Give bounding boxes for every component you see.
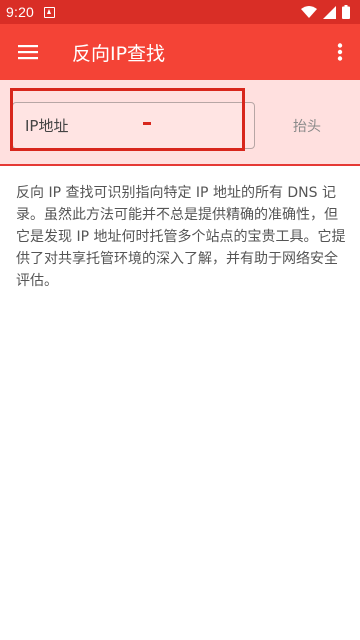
wifi-icon bbox=[301, 5, 317, 18]
page-title: 反向IP查找 bbox=[72, 42, 166, 65]
app-bar: 反向IP查找 bbox=[0, 24, 360, 80]
lookup-button[interactable]: 抬头 bbox=[262, 102, 352, 149]
menu-button[interactable] bbox=[0, 24, 56, 80]
description-text: 反向 IP 查找可识别指向特定 IP 地址的所有 DNS 记录。虽然此方法可能并… bbox=[16, 185, 346, 289]
notification-icon bbox=[44, 6, 56, 18]
battery-icon bbox=[342, 5, 350, 19]
more-vert-icon bbox=[337, 43, 343, 61]
more-options-button[interactable] bbox=[320, 24, 360, 80]
status-icons bbox=[301, 5, 350, 19]
hamburger-menu-icon bbox=[18, 45, 38, 60]
signal-icon bbox=[323, 5, 336, 19]
ip-input-container bbox=[12, 102, 255, 149]
ip-address-input[interactable] bbox=[13, 103, 254, 148]
status-time: 9:20 bbox=[6, 4, 35, 20]
cursor-marker bbox=[143, 122, 151, 125]
search-panel: 抬头 bbox=[0, 80, 360, 166]
status-bar: 9:20 bbox=[0, 0, 360, 24]
